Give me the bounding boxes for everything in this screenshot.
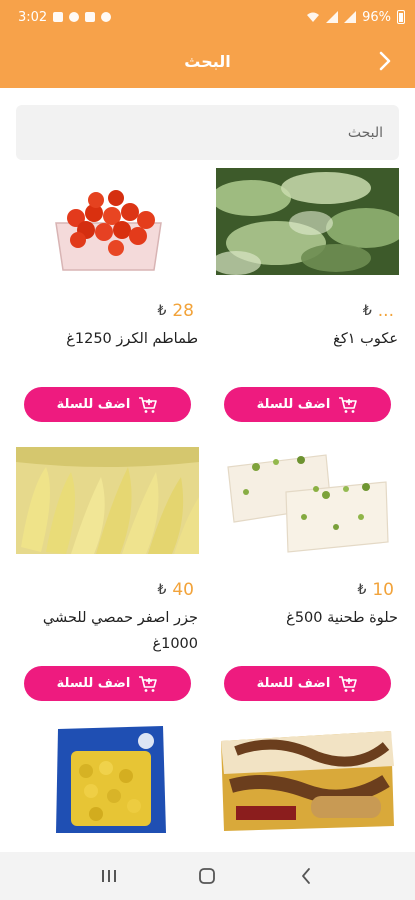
recents-icon: [102, 870, 117, 882]
battery-icon: [397, 10, 405, 24]
add-to-cart-button[interactable]: اضف للسلة: [224, 666, 391, 701]
product-price: ₺ ...: [363, 301, 394, 321]
product-card[interactable]: ₺ 28 طماطم الكرز 1250غ اضف للسلة: [16, 168, 206, 428]
system-nav-bar: [0, 852, 415, 900]
status-right: 96%: [306, 10, 405, 25]
page-title: البحث: [184, 51, 231, 71]
akkoub-photo[interactable]: [216, 168, 399, 275]
lira-icon: ₺: [157, 303, 167, 319]
product-card[interactable]: [16, 726, 206, 852]
back-button[interactable]: [373, 49, 397, 73]
status-bar: 3:02 96%: [0, 0, 415, 34]
lira-icon: ₺: [362, 303, 372, 319]
product-card[interactable]: [216, 726, 406, 852]
product-card[interactable]: ₺ ... عكوب ١كغ اضف للسلة: [216, 168, 406, 428]
add-to-cart-label: اضف للسلة: [56, 676, 131, 691]
cherry-tomato-photo[interactable]: [16, 168, 199, 275]
search-input[interactable]: [32, 124, 383, 141]
product-price: ₺ 28: [157, 301, 194, 321]
signal-icon: [344, 11, 357, 23]
price-value: 10: [372, 580, 394, 600]
home-icon: [199, 868, 216, 884]
app-bar: البحث: [0, 34, 415, 88]
lira-icon: ₺: [157, 582, 167, 598]
cart-plus-icon: [139, 675, 158, 692]
battery-percent: 96%: [362, 9, 391, 25]
add-to-cart-button[interactable]: اضف للسلة: [24, 666, 191, 701]
price-value: 40: [172, 580, 194, 600]
status-time: 3:02: [18, 9, 48, 25]
yellow-carrot-photo[interactable]: [16, 447, 199, 554]
gallery-icon: [53, 12, 64, 22]
add-to-cart-button[interactable]: اضف للسلة: [224, 387, 391, 422]
whatsapp-icon: [69, 12, 80, 22]
pasta-bag-photo[interactable]: [16, 726, 199, 833]
product-name: حلوة طحنية 500غ: [286, 610, 398, 626]
signal-icon: [326, 11, 339, 23]
search-box: [16, 105, 399, 160]
lira-icon: ₺: [357, 582, 367, 598]
add-to-cart-label: اضف للسلة: [256, 397, 331, 412]
add-to-cart-label: اضف للسلة: [256, 676, 331, 691]
price-value: 28: [172, 301, 194, 321]
add-to-cart-button[interactable]: اضف للسلة: [24, 387, 191, 422]
product-name: عكوب ١كغ: [333, 331, 398, 347]
price-value: ...: [377, 301, 394, 321]
cart-plus-icon: [339, 675, 358, 692]
product-name: طماطم الكرز 1250غ: [66, 331, 198, 347]
chevron-right-icon: [379, 51, 391, 71]
product-card[interactable]: ₺ 10 حلوة طحنية 500غ اضف للسلة: [216, 447, 406, 707]
product-price: ₺ 10: [357, 580, 394, 600]
wifi-call-icon: [101, 12, 112, 22]
product-name: جزر اصفر حمصي للحشي 1000غ: [42, 610, 198, 652]
product-card[interactable]: ₺ 40 جزر اصفر حمصي للحشي 1000غ اضف للسلة: [16, 447, 206, 707]
home-button[interactable]: [187, 856, 227, 896]
back-icon: [301, 868, 310, 884]
recents-button[interactable]: [89, 856, 129, 896]
image-icon: [85, 12, 96, 22]
wafer-box-photo[interactable]: [216, 726, 399, 833]
nav-back-button[interactable]: [286, 856, 326, 896]
halva-photo[interactable]: [216, 447, 399, 554]
status-left: 3:02: [18, 9, 112, 25]
cart-plus-icon: [339, 396, 358, 413]
cart-plus-icon: [139, 396, 158, 413]
product-price: ₺ 40: [157, 580, 194, 600]
wifi-icon: [307, 12, 320, 22]
add-to-cart-label: اضف للسلة: [56, 397, 131, 412]
